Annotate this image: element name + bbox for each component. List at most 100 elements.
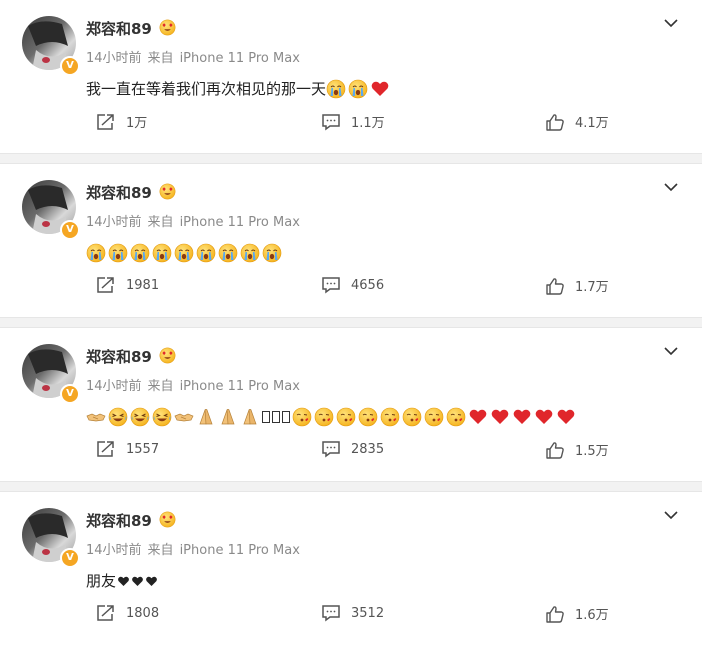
comment-count: 2835 [351,441,385,457]
chevron-down-icon[interactable] [662,178,680,196]
heart-eyes-emoji-icon [159,183,176,200]
repost-icon [97,441,114,457]
repost-button[interactable]: 1557 [96,440,159,458]
username-text[interactable]: 郑容和89 [86,512,152,530]
repost-button[interactable]: 1808 [96,604,159,622]
crying-emoji-icon [196,243,216,263]
source-prefix: 来自 [147,543,174,558]
post-actions: 1557 2835 1.5万 [0,440,702,462]
missing-glyph-icon [272,411,280,423]
comment-icon [322,113,340,130]
folded-hands-icon [199,409,213,425]
post-content: 我一直在等着我们再次相见的那一天 [86,77,392,101]
chevron-down-icon[interactable] [662,14,680,32]
username-text[interactable]: 郑容和89 [86,20,152,38]
verified-badge-icon: V [60,384,80,404]
black-heart-icon [118,576,129,586]
comment-button[interactable]: 2835 [321,440,384,458]
post-meta: 14小时前 来自 iPhone 11 Pro Max [86,539,306,558]
post-time[interactable]: 14小时前 [86,379,142,394]
comment-icon [322,441,340,458]
post-meta: 14小时前 来自 iPhone 11 Pro Max [86,47,306,66]
thumbs-up-icon [546,605,564,623]
source-prefix: 来自 [147,379,174,394]
username[interactable]: 郑容和89 [86,346,176,367]
post-time[interactable]: 14小时前 [86,51,142,66]
repost-button[interactable]: 1万 [96,112,147,131]
post-time[interactable]: 14小时前 [86,543,142,558]
repost-count: 1981 [126,277,160,293]
repost-icon [97,605,114,621]
post-content: 朋友 [86,569,158,593]
laugh-cry-emoji-icon [108,407,128,427]
username-text[interactable]: 郑容和89 [86,184,152,202]
post-text: 我一直在等着我们再次相见的那一天 [86,80,327,98]
post-source: iPhone 11 Pro Max [179,543,300,558]
like-button[interactable]: 1.6万 [545,604,609,623]
verified-badge-icon: V [60,220,80,240]
post-meta: 14小时前 来自 iPhone 11 Pro Max [86,375,306,394]
red-heart-icon [513,409,531,424]
post-meta: 14小时前 来自 iPhone 11 Pro Max [86,211,306,230]
like-count: 4.1万 [575,116,609,131]
post-time[interactable]: 14小时前 [86,215,142,230]
folded-hands-icon [221,409,235,425]
thumbs-up-icon [546,277,564,295]
like-button[interactable]: 4.1万 [545,112,609,131]
username[interactable]: 郑容和89 [86,182,176,203]
red-heart-icon [557,409,575,424]
blow-kiss-emoji-icon [336,407,356,427]
comment-button[interactable]: 3512 [321,604,384,622]
comment-button[interactable]: 4656 [321,276,384,294]
comment-count: 1.1万 [351,116,385,131]
username[interactable]: 郑容和89 [86,18,176,39]
comment-button[interactable]: 1.1万 [321,112,385,131]
heart-eyes-emoji-icon [159,19,176,36]
blow-kiss-emoji-icon [314,407,334,427]
handshake-icon [86,413,106,422]
repost-icon [97,277,114,293]
like-button[interactable]: 1.7万 [545,276,609,295]
red-heart-icon [371,81,389,96]
post-divider [0,317,702,328]
chevron-down-icon[interactable] [662,342,680,360]
repost-button[interactable]: 1981 [96,276,159,294]
chevron-down-icon[interactable] [662,506,680,524]
comment-count: 3512 [351,605,385,621]
username-text[interactable]: 郑容和89 [86,348,152,366]
blow-kiss-emoji-icon [424,407,444,427]
red-heart-icon [535,409,553,424]
thumbs-up-icon [546,441,564,459]
post-divider [0,153,702,164]
post-content [86,405,578,429]
repost-count: 1557 [126,441,160,457]
black-heart-icon [146,576,157,586]
like-count: 1.6万 [575,608,609,623]
comment-icon [322,605,340,622]
folded-hands-icon [243,409,257,425]
missing-glyph-icon [262,411,270,423]
username[interactable]: 郑容和89 [86,510,176,531]
blow-kiss-emoji-icon [292,407,312,427]
crying-emoji-icon [262,243,282,263]
like-button[interactable]: 1.5万 [545,440,609,459]
post-actions: 1808 3512 1.6万 [0,604,702,626]
thumbs-up-icon [546,113,564,131]
blow-kiss-emoji-icon [402,407,422,427]
source-prefix: 来自 [147,51,174,66]
like-count: 1.5万 [575,444,609,459]
crying-emoji-icon [174,243,194,263]
crying-emoji-icon [348,79,368,99]
laugh-cry-emoji-icon [152,407,172,427]
crying-emoji-icon [108,243,128,263]
repost-count: 1万 [126,116,148,131]
crying-emoji-icon [326,79,346,99]
weibo-feed: V 郑容和89 14小时前 来自 iPhone 11 Pro Max 我一直在等着我… [0,0,702,650]
post-content [86,241,284,265]
crying-emoji-icon [130,243,150,263]
post-source: iPhone 11 Pro Max [179,215,300,230]
source-prefix: 来自 [147,215,174,230]
black-heart-icon [132,576,143,586]
post-actions: 1万 1.1万 4.1万 [0,112,702,134]
comment-icon [322,277,340,294]
